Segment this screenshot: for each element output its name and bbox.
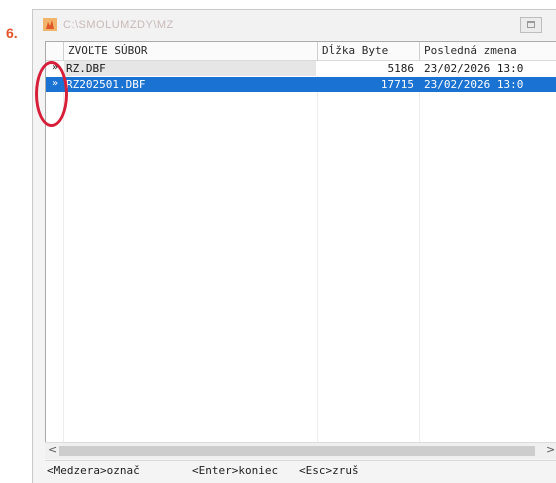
app-flame-icon — [43, 18, 57, 31]
scrollbar-thumb[interactable] — [59, 446, 535, 456]
table-header: ZVOĽTE SÚBOR Dĺžka Byte Posledná zmena — [46, 42, 556, 61]
status-bar: <Medzera>označ <Enter>koniec <Esc>zruš — [45, 460, 556, 481]
file-modified: 23/02/2026 13:0 — [424, 62, 524, 75]
file-name: RZ202501.DBF — [66, 78, 146, 91]
header-size[interactable]: Dĺžka Byte — [322, 44, 388, 60]
scroll-left-icon[interactable]: < — [48, 443, 57, 456]
file-size: 5186 — [387, 62, 415, 75]
step-number-label: 6. — [6, 25, 18, 41]
window-title: C:\SMOLUMZDY\MZ — [63, 19, 174, 31]
column-gridlines — [46, 42, 556, 443]
header-file-name[interactable]: ZVOĽTE SÚBOR — [68, 44, 147, 60]
file-modified: 23/02/2026 13:0 — [424, 78, 524, 91]
title-bar: C:\SMOLUMZDY\MZ — [33, 10, 556, 40]
maximize-icon — [527, 21, 535, 28]
file-list: ZVOĽTE SÚBOR Dĺžka Byte Posledná zmena »… — [45, 41, 556, 443]
table-row[interactable]: » RZ.DBF 5186 23/02/2026 13:0 — [46, 61, 556, 76]
file-size: 17715 — [380, 78, 414, 91]
file-picker-window: C:\SMOLUMZDY\MZ ZVOĽTE SÚBOR Dĺžka Byte … — [32, 9, 556, 483]
scroll-right-icon[interactable]: > — [546, 443, 555, 456]
file-name: RZ.DBF — [66, 62, 106, 75]
annotation-circle — [35, 61, 68, 127]
hint-esc: <Esc>zruš — [299, 464, 359, 477]
hint-mark: <Medzera>označ — [47, 464, 140, 477]
header-modified[interactable]: Posledná zmena — [424, 44, 517, 60]
maximize-button[interactable] — [520, 17, 542, 33]
table-row-selected[interactable]: » RZ202501.DBF 17715 23/02/2026 13:0 — [46, 77, 556, 92]
horizontal-scrollbar[interactable]: < > — [45, 442, 556, 459]
hint-enter: <Enter>koniec — [192, 464, 279, 477]
